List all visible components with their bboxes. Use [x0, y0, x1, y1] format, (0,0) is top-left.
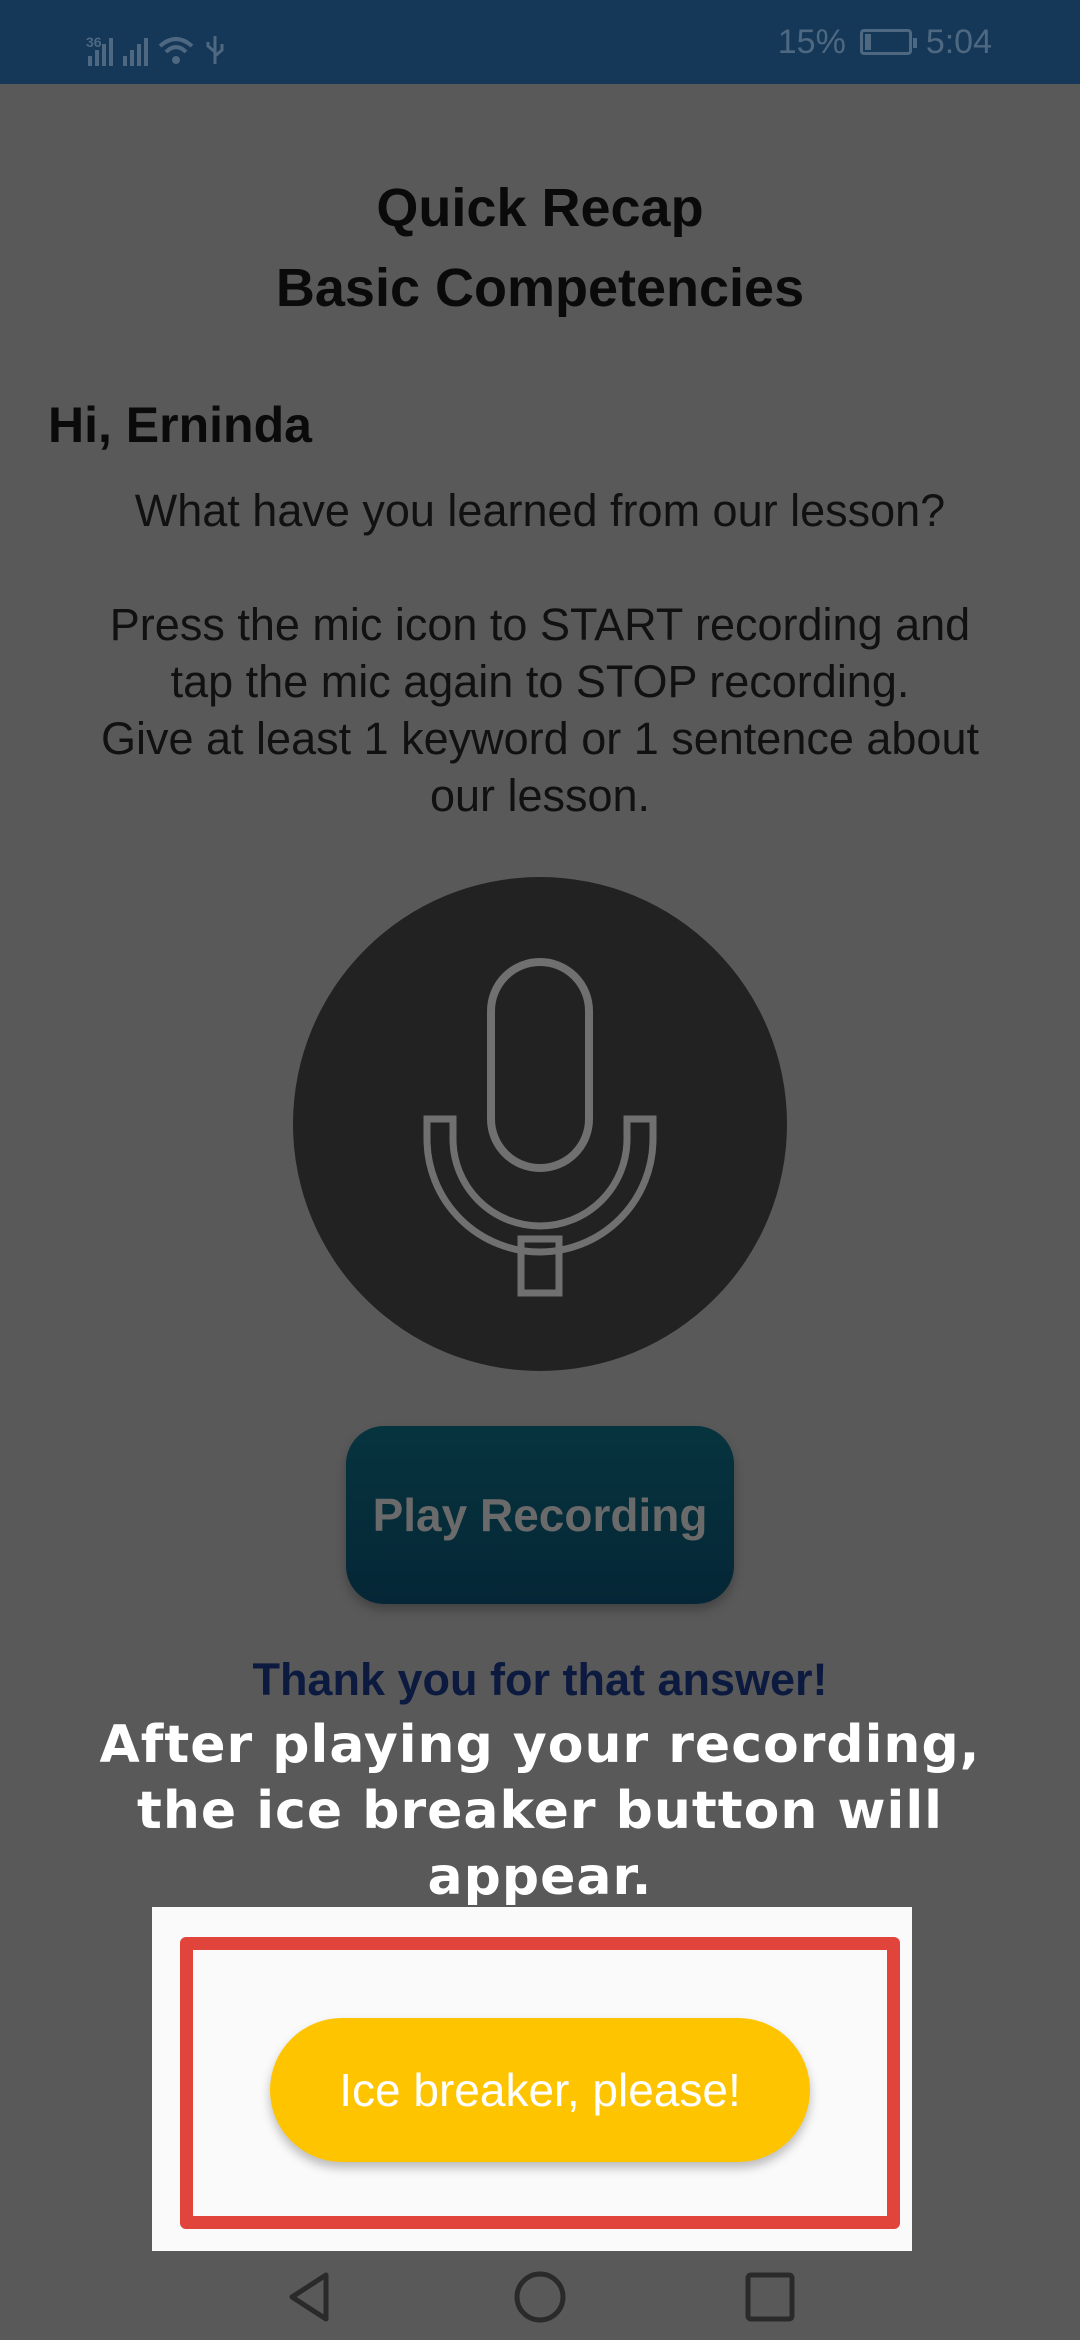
- microphone-icon: [423, 958, 657, 1297]
- battery-level-fill: [864, 34, 871, 50]
- mic-record-button[interactable]: [293, 877, 787, 1371]
- navigation-bar: [0, 2251, 1080, 2340]
- status-bar: 36 15% 5:04: [0, 0, 1080, 84]
- status-time: 5:04: [925, 22, 992, 61]
- recents-icon[interactable]: [742, 2269, 798, 2325]
- overlay-line-1: After playing your recording,: [99, 1715, 981, 1775]
- instruction-line-4: our lesson.: [429, 770, 651, 821]
- home-icon[interactable]: [512, 2269, 568, 2325]
- usb-icon: [206, 36, 224, 64]
- ice-breaker-button[interactable]: Ice breaker, please!: [270, 2018, 810, 2162]
- thank-you-text: Thank you for that answer!: [252, 1654, 828, 1705]
- status-right-icons: 15% 5:04: [778, 18, 992, 66]
- instruction-line-2: tap the mic again to STOP recording.: [170, 656, 910, 707]
- question-text: What have you learned from our lesson?: [134, 485, 946, 536]
- signal-icon: 36: [86, 34, 113, 66]
- page-title: Quick Recap: [376, 178, 704, 238]
- signal-no-sim-icon: [123, 38, 148, 66]
- overlay-line-2: the ice breaker button will: [136, 1781, 943, 1841]
- status-left-icons: 36: [86, 18, 226, 66]
- instruction-line-1: Press the mic icon to START recording an…: [109, 599, 971, 650]
- app-screen: 36 15% 5:04 Quick Recap Basic Competenci…: [0, 0, 1080, 2340]
- page-subtitle: Basic Competencies: [275, 258, 805, 318]
- play-recording-button[interactable]: Play Recording: [346, 1426, 734, 1604]
- network-type-label: 36: [86, 34, 102, 50]
- overlay-line-3: appear.: [427, 1847, 653, 1907]
- greeting-text: Hi, Erninda: [48, 397, 312, 453]
- battery-charging-icon: [859, 29, 917, 55]
- wifi-icon: [158, 37, 194, 64]
- instruction-line-3: Give at least 1 keyword or 1 sentence ab…: [100, 713, 979, 764]
- tutorial-overlay-message: After playing your recording, the ice br…: [40, 1712, 1040, 1910]
- back-icon[interactable]: [282, 2269, 338, 2325]
- battery-percent: 15%: [777, 22, 846, 61]
